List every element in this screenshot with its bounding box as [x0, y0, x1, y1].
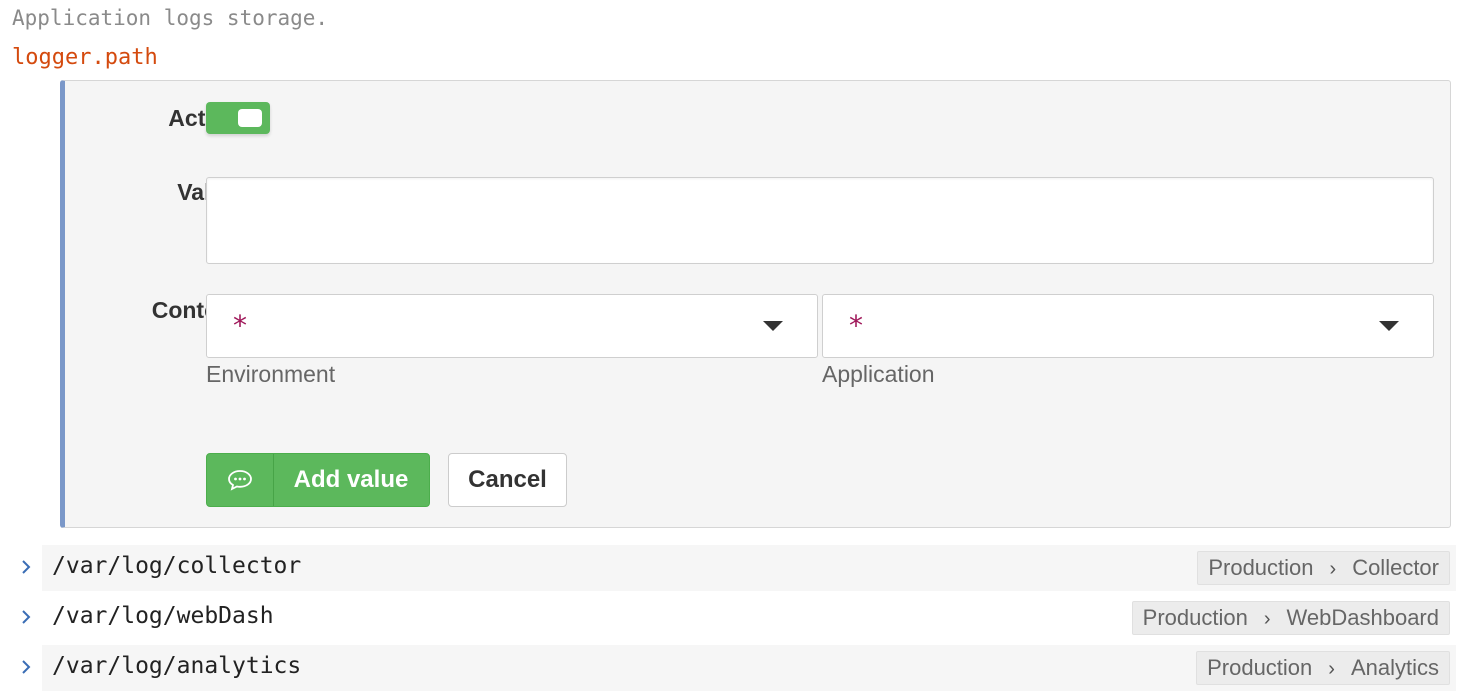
chevron-right-icon: › [1263, 608, 1271, 630]
environment-caption: Environment [206, 361, 336, 387]
chevron-right-icon[interactable] [18, 657, 34, 677]
crumb-environment: Production [1208, 555, 1314, 580]
application-selected-value: * [849, 309, 863, 342]
value-path: /var/log/webDash [52, 603, 274, 629]
context-breadcrumb: Production › Collector [1197, 551, 1450, 585]
value-textarea[interactable] [206, 177, 1434, 264]
environment-select[interactable]: * [206, 294, 818, 358]
crumb-environment: Production [1207, 655, 1313, 680]
toggle-knob [238, 109, 262, 127]
caret-down-icon [763, 321, 783, 331]
caret-down-icon [1379, 321, 1399, 331]
application-caption: Application [822, 361, 935, 387]
chevron-right-icon: › [1329, 558, 1337, 580]
context-breadcrumb: Production › WebDashboard [1131, 601, 1450, 635]
property-description: Application logs storage. [12, 6, 329, 30]
crumb-environment: Production [1142, 605, 1248, 630]
chevron-right-icon: › [1328, 658, 1335, 680]
chevron-right-icon[interactable] [18, 557, 34, 577]
value-row[interactable]: /var/log/webDash Production › WebDashboard [0, 595, 1456, 641]
value-row[interactable]: /var/log/analytics Production › Analytics [0, 645, 1456, 691]
context-breadcrumb: Production › Analytics [1196, 651, 1450, 685]
application-select[interactable]: * [822, 294, 1434, 358]
add-value-label: Add value [293, 466, 409, 493]
add-value-button[interactable]: Add value [206, 453, 430, 507]
property-key: logger.path [12, 45, 158, 70]
speech-bubble-icon [207, 454, 274, 506]
value-row[interactable]: /var/log/collector Production › Collector [0, 545, 1456, 591]
value-path: /var/log/collector [52, 553, 302, 579]
crumb-application: Analytics [1350, 655, 1439, 680]
environment-selected-value: * [233, 309, 247, 342]
cancel-button[interactable]: Cancel [448, 453, 567, 507]
chevron-right-icon[interactable] [18, 607, 34, 627]
crumb-application: WebDashboard [1286, 605, 1439, 630]
active-toggle[interactable] [206, 102, 270, 134]
value-editor-panel: Active: Value: Context: * Environment * … [60, 80, 1451, 528]
crumb-application: Collector [1352, 555, 1439, 580]
value-path: /var/log/analytics [52, 653, 302, 679]
